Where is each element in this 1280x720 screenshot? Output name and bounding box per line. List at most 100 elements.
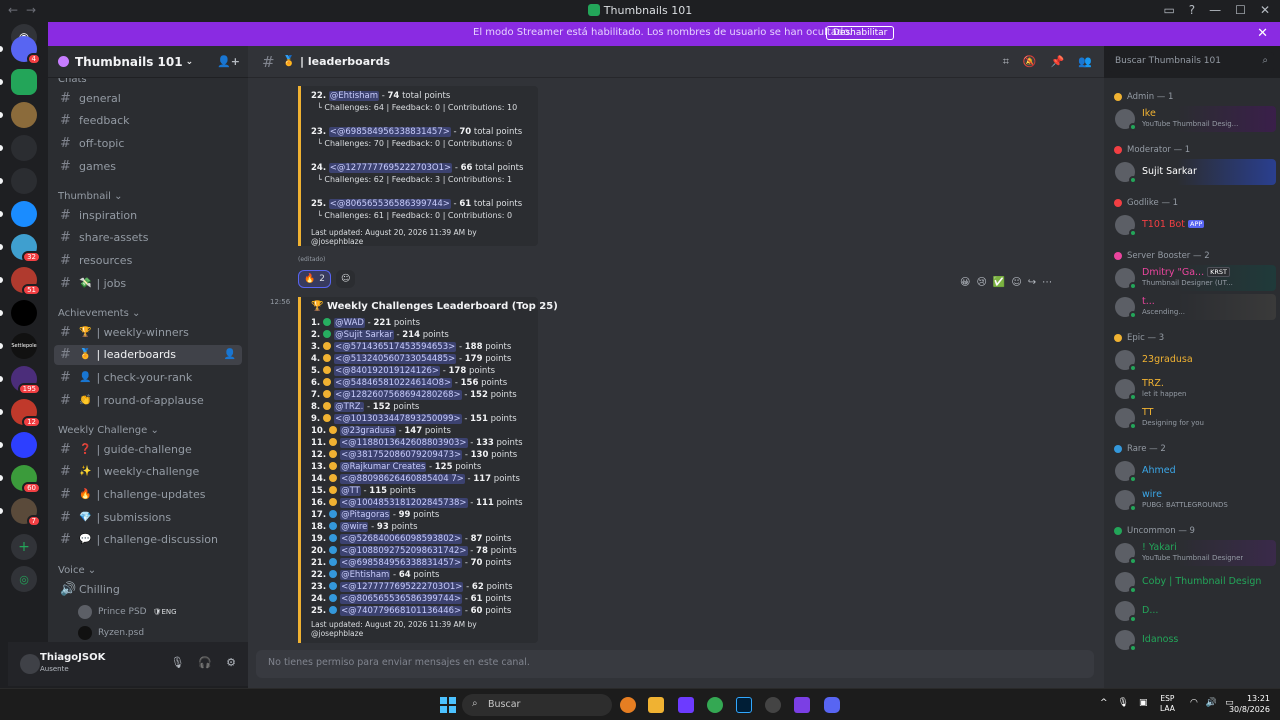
channel-jobs[interactable]: # 💸 | jobs [54,273,242,293]
user-mention[interactable]: @TRZ. [334,402,365,412]
channel-weekly-winners[interactable]: # 🏆 | weekly-winners [54,322,242,342]
voice-user[interactable]: Ryzen.psd [78,626,144,640]
server-icon[interactable]: 51 [11,267,41,296]
user-mention[interactable]: @Pitagoras [340,510,391,520]
server-icon[interactable]: 60 [11,465,41,494]
user-mention[interactable]: @WAD [334,318,365,328]
add-member-icon[interactable]: 👤 [224,349,236,360]
member-item[interactable]: Idanoss [1112,627,1276,653]
member-item[interactable]: Ahmed [1112,458,1276,484]
user-mention[interactable]: <@840192019124126> [334,366,441,376]
server-icon[interactable] [11,300,37,326]
user-mention[interactable]: <@1277777695222703O1> [328,163,453,173]
inbox-icon[interactable]: ▭ [1163,3,1174,17]
user-mention[interactable]: <@1277777695222703O1> [340,582,464,592]
member-item[interactable]: D... [1112,598,1276,624]
windows-start-icon[interactable] [440,697,456,713]
channel-inspiration[interactable]: # inspiration [54,205,242,225]
user-mention[interactable]: <@571436517453594653> [334,342,457,352]
maximize-button[interactable]: ☐ [1235,3,1246,17]
server-icon[interactable] [11,432,37,458]
add-reaction-button[interactable]: ☺ [336,270,356,288]
server-icon[interactable] [11,201,37,227]
category-weekly-challenge[interactable]: Weekly Challenge ⌄ [58,425,159,436]
channel-feedback[interactable]: # feedback [54,111,242,131]
channel-games[interactable]: # games [54,156,242,176]
channel-resources[interactable]: # resources [54,250,242,270]
user-mention[interactable]: @Ehtisham [328,91,380,101]
channel-check-your-rank[interactable]: # 👤 | check-your-rank [54,367,242,387]
pin-icon[interactable]: 📌 [1051,55,1065,69]
forward-icon[interactable]: ↪ [1028,277,1036,288]
member-item[interactable]: Coby | Thumbnail Design [1112,569,1276,595]
app-icon[interactable] [678,697,694,713]
add-server-icon[interactable]: + [11,534,37,560]
voice-user[interactable]: Prince PSD 🛡ENG [78,605,177,619]
taskbar-search[interactable]: ⌕ Buscar [462,694,612,716]
threads-icon[interactable]: ⌗ [1003,55,1009,69]
react-check-icon[interactable]: ✅ [993,277,1005,288]
minimize-button[interactable]: — [1209,3,1221,17]
user-mention[interactable]: <@88098626460885404 7> [340,474,465,484]
channel-off-topic[interactable]: # off-topic [54,133,242,153]
wifi-icon[interactable]: ◠ [1190,698,1198,708]
user-mention[interactable]: <@740779668101136446> [340,606,463,616]
server-icon[interactable]: 4 [11,36,41,65]
member-item[interactable]: T101 Bot APP [1112,212,1276,238]
user-mention[interactable]: <@381752086079209473> [340,450,463,460]
member-item[interactable]: wire PUBG: BATTLEGROUNDS [1112,487,1276,513]
user-mention[interactable]: <@1282607568694280268> [334,390,462,400]
user-mention[interactable]: <@698584956338831457> [328,127,451,137]
clock[interactable]: 13:21 30/8/2026 [1229,693,1270,715]
file-explorer-icon[interactable] [648,697,664,713]
language-indicator[interactable]: ESP LAA [1160,694,1175,714]
react-cry-icon[interactable]: 😢 [976,277,986,288]
user-mention[interactable]: @wire [340,522,369,532]
user-mention[interactable]: <@1088092752098631742> [340,546,468,556]
volume-icon[interactable]: 🔊 [1206,698,1217,708]
channel-general[interactable]: # general [54,88,242,108]
user-mention[interactable]: <@548465810224614O8> [334,378,453,388]
member-item[interactable]: Ike YouTube Thumbnail Desig... [1112,106,1276,132]
server-icon[interactable] [11,102,37,128]
server-icon[interactable]: 32 [11,234,41,263]
user-mention[interactable]: @TT [340,486,361,496]
add-reaction-icon[interactable]: ☺ [1011,277,1021,288]
microphone-icon[interactable]: 🎙 [1118,698,1129,708]
channel-challenge-updates[interactable]: # 🔥 | challenge-updates [54,484,242,504]
app-tray-icon[interactable]: ▣ [1139,698,1148,708]
app-icon[interactable] [765,697,781,713]
blender-icon[interactable] [620,697,636,713]
user-mention[interactable]: @Sujit Sarkar [334,330,394,340]
server-header[interactable]: Thumbnails 101 ⌄ 👤+ [48,46,248,78]
member-item[interactable]: TT Designing for you [1112,405,1276,431]
settings-gear-icon[interactable]: ⚙ [226,656,236,669]
channel-weekly-challenge[interactable]: # ✨ | weekly-challenge [54,462,242,482]
category-thumbnail[interactable]: Thumbnail ⌄ [58,191,122,202]
user-mention[interactable]: <@806565536586399744> [340,594,463,604]
user-mention[interactable]: @23gradusa [340,426,396,436]
member-item[interactable]: ! Yakari YouTube Thumbnail Designer [1112,540,1276,566]
mute-bell-icon[interactable]: 🔕 [1023,55,1037,69]
reaction-fire[interactable]: 🔥 2 [298,270,331,288]
channel-leaderboards[interactable]: # 🏅 | leaderboards 👤 [54,344,242,365]
discover-icon[interactable]: ◎ [11,566,37,592]
server-icon[interactable] [11,135,37,161]
server-icon[interactable]: 12 [11,399,41,428]
app-icon[interactable] [794,697,810,713]
user-mention[interactable]: <@1013033447893250099> [334,414,462,424]
close-window-button[interactable]: ✕ [1260,3,1270,17]
search-input[interactable]: Buscar Thumbnails 101 ⌕ [1108,52,1274,72]
help-icon[interactable]: ? [1189,3,1195,17]
server-icon[interactable] [11,69,37,95]
server-icon[interactable]: 7 [11,498,41,527]
user-mention[interactable]: <@1188013642608803903> [340,438,468,448]
channel-challenge-discussion[interactable]: # 💬 | challenge-discussion [54,530,242,550]
chevron-up-icon[interactable]: ^ [1100,698,1108,708]
user-mention[interactable]: @Ehtisham [340,570,391,580]
photoshop-icon[interactable] [736,697,752,713]
invite-icon[interactable]: 👤+ [217,55,240,68]
user-mention[interactable]: <@806565536586399744> [328,199,451,209]
voice-channel-chilling[interactable]: 🔊 Chilling [54,579,242,599]
react-smile-icon[interactable]: 😀 [960,277,970,288]
